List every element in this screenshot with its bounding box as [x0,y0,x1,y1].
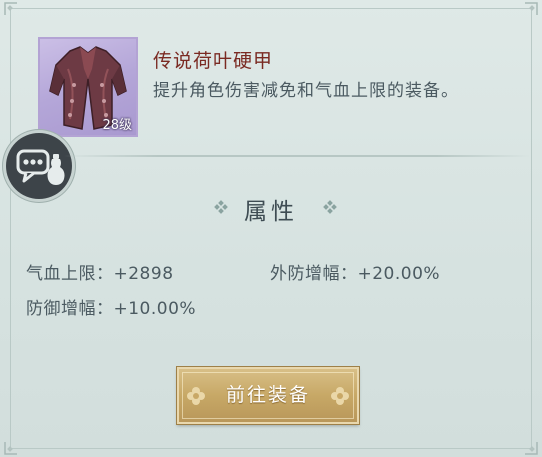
attribute-line: 防御增幅：+10.00% [26,294,196,319]
attribute-value: +2898 [113,264,174,284]
section-divider [64,155,530,157]
attribute-line: 气血上限：+2898 [26,259,174,284]
item-name: 传说荷叶硬甲 [153,50,274,72]
attribute-label: 防御增幅： [26,299,114,319]
attribute-label: 气血上限： [26,264,114,284]
corner-ornament-icon [524,441,538,455]
go-equip-label: 前往装备 [225,384,310,406]
attribute-value: +10.00% [113,299,197,319]
item-level-tag: 28级 [102,118,132,133]
diamond-ornament-icon [323,200,339,216]
chat-bubble-icon [16,149,65,185]
item-description: 提升角色伤害减免和气血上限的装备。 [153,81,459,101]
attributes-title: 属性 [244,199,298,225]
go-equip-button[interactable]: 前往装备 [177,367,359,424]
attribute-line: 外防增幅：+20.00% [270,259,440,284]
chat-button[interactable] [6,133,72,199]
item-icon-slot[interactable]: 28级 [38,37,138,137]
attribute-value: +20.00% [357,264,441,284]
corner-ornament-icon [524,2,538,16]
corner-ornament-icon [4,2,18,16]
corner-ornament-icon [4,441,18,455]
item-tooltip-panel: 28级 传说荷叶硬甲 提升角色伤害减免和气血上限的装备。 属性 气血上限：+28… [0,0,542,457]
attribute-label: 外防增幅： [270,264,358,284]
